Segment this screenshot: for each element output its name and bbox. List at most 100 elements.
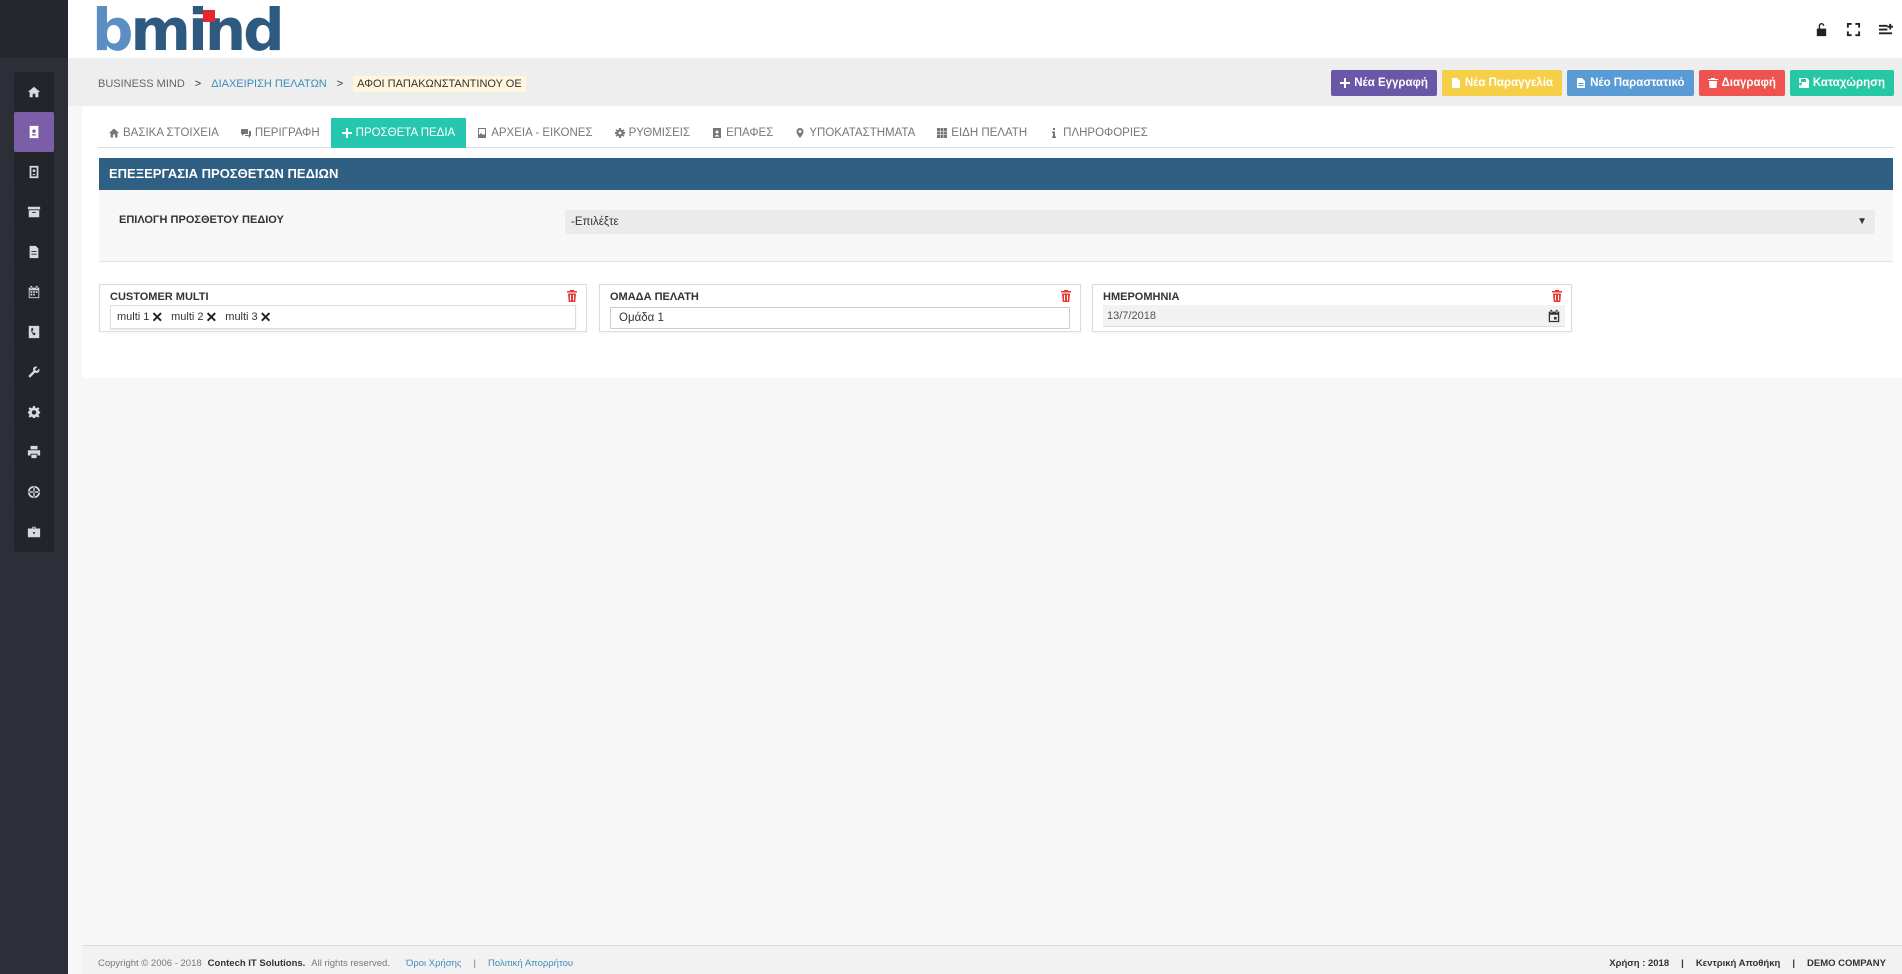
sidebar-home-icon[interactable] <box>14 72 54 112</box>
company-name-link: Contech IT Solutions. <box>207 958 306 969</box>
terms-link[interactable]: Όροι Χρήσης <box>406 958 462 969</box>
save-button[interactable]: Καταχώρηση <box>1789 70 1894 96</box>
sidebar-print-icon[interactable] <box>14 432 54 472</box>
sidebar-gear-icon[interactable] <box>14 392 54 432</box>
tab-information[interactable]: ΠΛΗΡΟΦΟΡΙΕΣ <box>1038 118 1159 148</box>
field-selector-row: ΕΠΙΛΟΓΗ ΠΡΟΣΘΕΤΟΥ ΠΕΔΙΟΥ -Επιλέξτε ▼ <box>99 190 1893 262</box>
trash-icon[interactable] <box>1551 290 1563 302</box>
tab-customer-items[interactable]: ΕΙΔΗ ΠΕΛΑΤΗ <box>926 118 1038 148</box>
tab-label: ΒΑΣΙΚΑ ΣΤΟΙΧΕΙΑ <box>123 127 219 139</box>
breadcrumb-separator: > <box>194 78 202 90</box>
tab-label: ΠΡΟΣΘΕΤΑ ΠΕΔΙΑ <box>355 127 456 139</box>
logo-b: b <box>92 0 133 64</box>
map-marker-icon <box>796 128 804 138</box>
customer-multi-title: CUSTOMER MULTI <box>110 291 209 303</box>
field-selector-dropdown[interactable]: -Επιλέξτε ▼ <box>565 210 1875 234</box>
bmind-logo[interactable]: b mind <box>92 0 285 64</box>
top-header: b mind <box>68 0 1902 64</box>
date-input[interactable]: 13/7/2018 <box>1103 305 1565 327</box>
privacy-link[interactable]: Πολιτική Απορρήτου <box>488 958 573 969</box>
sidebar-document-icon[interactable] <box>14 232 54 272</box>
customer-multi-input[interactable]: multi 1 ✕ multi 2 ✕ multi 3 ✕ <box>110 305 576 329</box>
gear-icon <box>614 128 625 138</box>
floppy-icon <box>1798 78 1809 88</box>
delete-button[interactable]: Διαγραφή <box>1698 70 1785 96</box>
tag-label: multi 1 <box>117 311 150 323</box>
image-file-icon <box>478 128 487 138</box>
new-document-button[interactable]: Νέο Παραστατικό <box>1567 70 1694 96</box>
demo-company[interactable]: DEMO COMPANY <box>1807 958 1886 969</box>
tab-files-images[interactable]: ΑΡΧΕΙΑ - ΕΙΚΟΝΕΣ <box>466 118 603 148</box>
field-selector-label: ΕΠΙΛΟΓΗ ΠΡΟΣΘΕΤΟΥ ΠΕΔΙΟΥ <box>119 214 284 226</box>
tab-label: ΠΕΡΙΓΡΑΦΗ <box>254 127 320 139</box>
tab-additional-fields[interactable]: ΠΡΟΣΘΕΤΑ ΠΕΔΙΑ <box>330 118 467 148</box>
tab-basic-info[interactable]: ΒΑΣΙΚΑ ΣΤΟΙΧΕΙΑ <box>98 118 230 148</box>
info-icon <box>1052 128 1057 138</box>
new-record-label: Νέα Εγγραφή <box>1354 77 1428 89</box>
remove-tag-icon[interactable]: ✕ <box>260 309 272 326</box>
tag-label: multi 3 <box>225 311 258 323</box>
customer-group-input[interactable]: Ομάδα 1 <box>610 307 1070 329</box>
tab-label: ΑΡΧΕΙΑ - ΕΙΚΟΝΕΣ <box>491 127 593 139</box>
top-icons <box>1812 20 1894 38</box>
date-title: ΗΜΕΡΟΜΗΝΙΑ <box>1103 291 1180 303</box>
new-order-label: Νέα Παραγγελία <box>1464 77 1554 89</box>
sidebar-calendar-icon[interactable] <box>14 272 54 312</box>
delete-label: Διαγραφή <box>1721 77 1776 89</box>
sidebar-contact-book-icon[interactable] <box>14 152 54 192</box>
footer-divider: | <box>1792 958 1795 969</box>
tab-label: ΥΠΟΚΑΤΑΣΤΗΜΑΤΑ <box>809 127 916 139</box>
breadcrumb-home[interactable]: BUSINESS MIND <box>98 78 185 90</box>
tag-item: multi 2 ✕ <box>171 309 217 326</box>
trash-icon[interactable] <box>1060 290 1072 302</box>
tab-bar: ΒΑΣΙΚΑ ΣΤΟΙΧΕΙΑ ΠΕΡΙΓΡΑΦΗ ΠΡΟΣΘΕΤΑ ΠΕΔΙΑ… <box>98 118 1894 148</box>
tab-branches[interactable]: ΥΠΟΚΑΤΑΣΤΗΜΑΤΑ <box>784 118 926 148</box>
date-value: 13/7/2018 <box>1107 310 1156 322</box>
tab-contacts[interactable]: ΕΠΑΦΕΣ <box>701 118 784 148</box>
tab-description[interactable]: ΠΕΡΙΓΡΑΦΗ <box>230 118 331 148</box>
new-document-label: Νέο Παραστατικό <box>1590 77 1685 89</box>
menu-toggle-icon[interactable] <box>1876 20 1894 38</box>
customer-multi-field: CUSTOMER MULTI multi 1 ✕ multi 2 ✕ multi… <box>99 284 587 332</box>
sidebar-address-card-icon[interactable] <box>14 112 54 152</box>
action-buttons: Νέα Εγγραφή Νέα Παραγγελία Νέο Παραστατι… <box>1331 70 1894 96</box>
contact-icon <box>713 128 722 138</box>
tag-label: multi 2 <box>171 311 204 323</box>
file-icon <box>1451 78 1460 88</box>
plus-icon <box>341 128 352 138</box>
breadcrumb: BUSINESS MIND > ΔΙΑΧΕΙΡΙΣΗ ΠΕΛΑΤΩΝ > ΑΦΟ… <box>98 76 526 92</box>
sidebar-archive-icon[interactable] <box>14 192 54 232</box>
rights-text: All rights reserved. <box>311 958 390 969</box>
breadcrumb-customers[interactable]: ΔΙΑΧΕΙΡΙΣΗ ΠΕΛΑΤΩΝ <box>211 78 327 90</box>
breadcrumb-separator: > <box>336 78 344 90</box>
save-label: Καταχώρηση <box>1812 77 1885 89</box>
field-selector-value: -Επιλέξτε <box>571 216 619 228</box>
logo-dot <box>202 10 215 22</box>
home-icon <box>109 128 119 138</box>
tab-label: ΕΠΑΦΕΣ <box>726 127 774 139</box>
sidebar-briefcase-icon[interactable] <box>14 512 54 552</box>
footer-left: Copyright © 2006 - 2018 Contech IT Solut… <box>98 958 573 969</box>
date-field: ΗΜΕΡΟΜΗΝΙΑ 13/7/2018 <box>1092 284 1572 332</box>
remove-tag-icon[interactable]: ✕ <box>151 309 163 326</box>
fullscreen-icon[interactable] <box>1844 20 1862 38</box>
calendar-icon[interactable] <box>1547 309 1561 323</box>
chevron-down-icon: ▼ <box>1857 216 1867 227</box>
file-text-icon <box>1577 78 1586 88</box>
new-order-button[interactable]: Νέα Παραγγελία <box>1441 70 1563 96</box>
breadcrumb-current: ΑΦΟΙ ΠΑΠΑΚΩΝΣΤΑΝΤΙΝΟΥ ΟΕ <box>353 76 526 92</box>
warehouse[interactable]: Κεντρική Αποθήκη <box>1696 958 1781 969</box>
sidebar-wrench-icon[interactable] <box>14 352 54 392</box>
content-card: ΒΑΣΙΚΑ ΣΤΟΙΧΕΙΑ ΠΕΡΙΓΡΑΦΗ ΠΡΟΣΘΕΤΑ ΠΕΔΙΑ… <box>82 106 1902 378</box>
fiscal-year[interactable]: Χρήση : 2018 <box>1609 958 1669 969</box>
trash-icon[interactable] <box>566 290 578 302</box>
new-record-button[interactable]: Νέα Εγγραφή <box>1331 70 1437 96</box>
sidebar-top <box>0 0 68 58</box>
customer-group-title: ΟΜΑΔΑ ΠΕΛΑΤΗ <box>610 291 699 303</box>
unlock-icon[interactable] <box>1812 20 1830 38</box>
remove-tag-icon[interactable]: ✕ <box>206 309 218 326</box>
sidebar-globe-icon[interactable] <box>14 472 54 512</box>
copyright-text: Copyright © 2006 - 2018 <box>98 958 202 969</box>
tab-settings[interactable]: ΡΥΘΜΙΣΕΙΣ <box>604 118 702 148</box>
sidebar-phone-icon[interactable] <box>14 312 54 352</box>
